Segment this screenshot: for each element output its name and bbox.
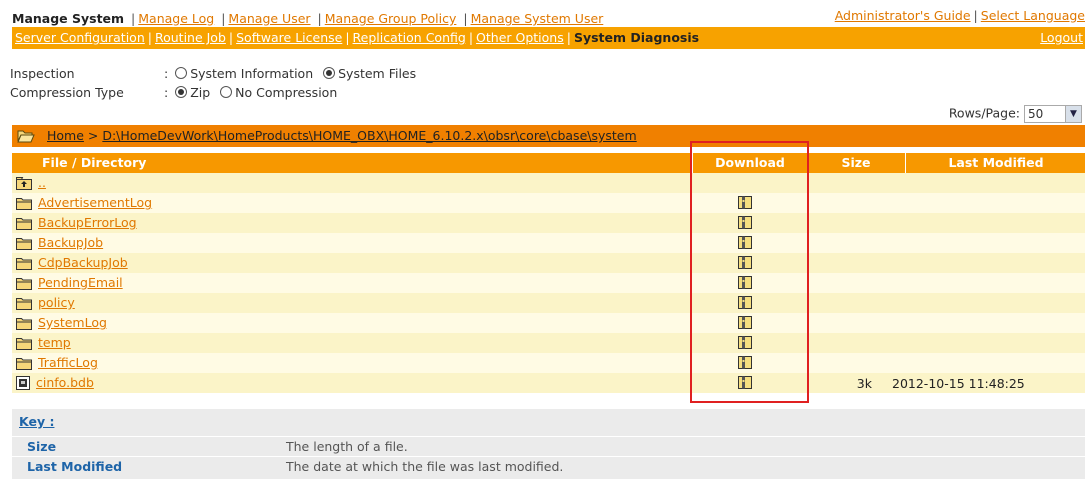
nav-link-manage-group-policy[interactable]: Manage Group Policy (325, 11, 457, 26)
path-breadcrumb: Home > D:\HomeDevWork\HomeProducts\HOME_… (12, 125, 1085, 147)
table-row[interactable]: SystemLog (12, 313, 1085, 333)
column-header-size: Size (841, 155, 871, 170)
file-table: File / Directory Download Size Last Modi… (12, 153, 1085, 393)
subnav-routine-job[interactable]: Routine Job (155, 30, 226, 45)
file-name-link[interactable]: policy (38, 295, 75, 310)
key-desc-last-modified: The date at which the file was last modi… (286, 459, 564, 474)
table-row[interactable]: policy (12, 293, 1085, 313)
key-term-last-modified: Last Modified (27, 459, 123, 474)
nav-link-manage-system-user[interactable]: Manage System User (471, 11, 604, 26)
parent-directory-link[interactable]: .. (38, 175, 46, 190)
file-size: 3k (856, 376, 872, 391)
table-row[interactable]: CdpBackupJob (12, 253, 1085, 273)
key-row-last-modified: Last Modified The date at which the file… (12, 456, 1085, 475)
table-row[interactable]: BackupJob (12, 233, 1085, 253)
inspection-row: Inspection: System Information System Fi… (10, 66, 417, 81)
subnav-replication-config[interactable]: Replication Config (353, 30, 466, 45)
top-navigation: Manage System | Manage Log | Manage User |… (0, 8, 1085, 28)
open-folder-icon (17, 129, 35, 146)
file-name-link[interactable]: SystemLog (38, 315, 107, 330)
nav-link-manage-log[interactable]: Manage Log (138, 11, 214, 26)
rows-per-page-label: Rows/Page: (948, 105, 1021, 121)
rows-per-page-value: 50 (1028, 107, 1044, 121)
folder-icon[interactable] (16, 197, 32, 213)
table-row[interactable]: TrafficLog (12, 353, 1085, 373)
subnav-other-options[interactable]: Other Options (476, 30, 564, 45)
folder-icon[interactable] (16, 217, 32, 233)
folder-icon[interactable] (16, 237, 32, 253)
folder-icon[interactable] (16, 357, 32, 373)
radio-no-compression[interactable] (220, 86, 233, 98)
table-row[interactable]: cinfo.bdb 3k 2012-10-15 11:48:25 (12, 373, 1085, 393)
compression-row: Compression Type: Zip No Compression (10, 85, 338, 100)
table-row[interactable]: BackupErrorLog (12, 213, 1085, 233)
radio-system-information[interactable] (175, 67, 188, 79)
parent-folder-icon[interactable] (16, 177, 32, 193)
system-information-label[interactable]: System Information (190, 66, 313, 81)
sub-navigation: Server Configuration | Routine Job | Softwar… (12, 27, 1085, 49)
administrators-guide-link[interactable]: Administrator's Guide (835, 8, 971, 23)
file-name-link[interactable]: CdpBackupJob (38, 255, 128, 270)
chevron-down-icon[interactable]: ▼ (1065, 106, 1081, 122)
file-rows: AdvertisementLog BackupErrorLog BackupJob C… (12, 193, 1085, 393)
nav-link-manage-user[interactable]: Manage User (228, 11, 310, 26)
download-column-highlight (690, 141, 809, 403)
no-compression-label[interactable]: No Compression (235, 85, 337, 100)
last-modified: 2012-10-15 11:48:25 (892, 376, 1025, 391)
key-term-size: Size (27, 439, 57, 454)
table-row-parent[interactable]: .. (12, 173, 1085, 193)
folder-icon[interactable] (16, 337, 32, 353)
folder-icon[interactable] (16, 277, 32, 293)
file-name-link[interactable]: cinfo.bdb (36, 375, 94, 390)
folder-icon[interactable] (16, 297, 32, 313)
column-header-last-modified: Last Modified (948, 155, 1044, 170)
help-nav: Administrator's Guide | Select Language (834, 8, 1085, 23)
table-row[interactable]: temp (12, 333, 1085, 353)
file-name-link[interactable]: TrafficLog (38, 355, 98, 370)
file-name-link[interactable]: BackupErrorLog (38, 215, 137, 230)
zip-label[interactable]: Zip (190, 85, 210, 100)
table-header: File / Directory Download Size Last Modi… (12, 153, 1085, 173)
file-icon[interactable] (16, 376, 30, 393)
key-desc-size: The length of a file. (286, 439, 408, 454)
key-legend: Key : Size The length of a file. Last Mo… (12, 409, 1085, 479)
file-name-link[interactable]: BackupJob (38, 235, 103, 250)
key-title[interactable]: Key : (19, 414, 54, 429)
nav-title: Manage System (12, 11, 125, 26)
breadcrumb-home-link[interactable]: Home (47, 128, 84, 143)
radio-system-files[interactable] (323, 67, 336, 79)
file-name-link[interactable]: AdvertisementLog (38, 195, 152, 210)
file-name-link[interactable]: PendingEmail (38, 275, 123, 290)
table-row[interactable]: PendingEmail (12, 273, 1085, 293)
column-header-file-directory: File / Directory (42, 155, 147, 170)
rows-per-page: Rows/Page: 50 ▼ (949, 105, 1082, 123)
folder-icon[interactable] (16, 257, 32, 273)
rows-per-page-select[interactable]: 50 ▼ (1024, 105, 1082, 123)
compression-type-label: Compression Type (10, 85, 124, 100)
inspection-label: Inspection (10, 66, 75, 81)
subnav-server-configuration[interactable]: Server Configuration (15, 30, 145, 45)
folder-icon[interactable] (16, 317, 32, 333)
breadcrumb-current-path-link[interactable]: D:\HomeDevWork\HomeProducts\HOME_OBX\HOM… (102, 128, 636, 143)
select-language-link[interactable]: Select Language (981, 8, 1085, 23)
primary-nav: Manage System | Manage Log | Manage User |… (12, 11, 604, 26)
table-row[interactable]: AdvertisementLog (12, 193, 1085, 213)
subnav-software-license[interactable]: Software License (236, 30, 342, 45)
file-name-link[interactable]: temp (38, 335, 71, 350)
key-row-size: Size The length of a file. (12, 436, 1085, 455)
logout-link[interactable]: Logout (1040, 30, 1083, 45)
radio-zip[interactable] (175, 86, 188, 98)
system-files-label[interactable]: System Files (338, 66, 416, 81)
subnav-system-diagnosis-active: System Diagnosis (573, 30, 700, 45)
